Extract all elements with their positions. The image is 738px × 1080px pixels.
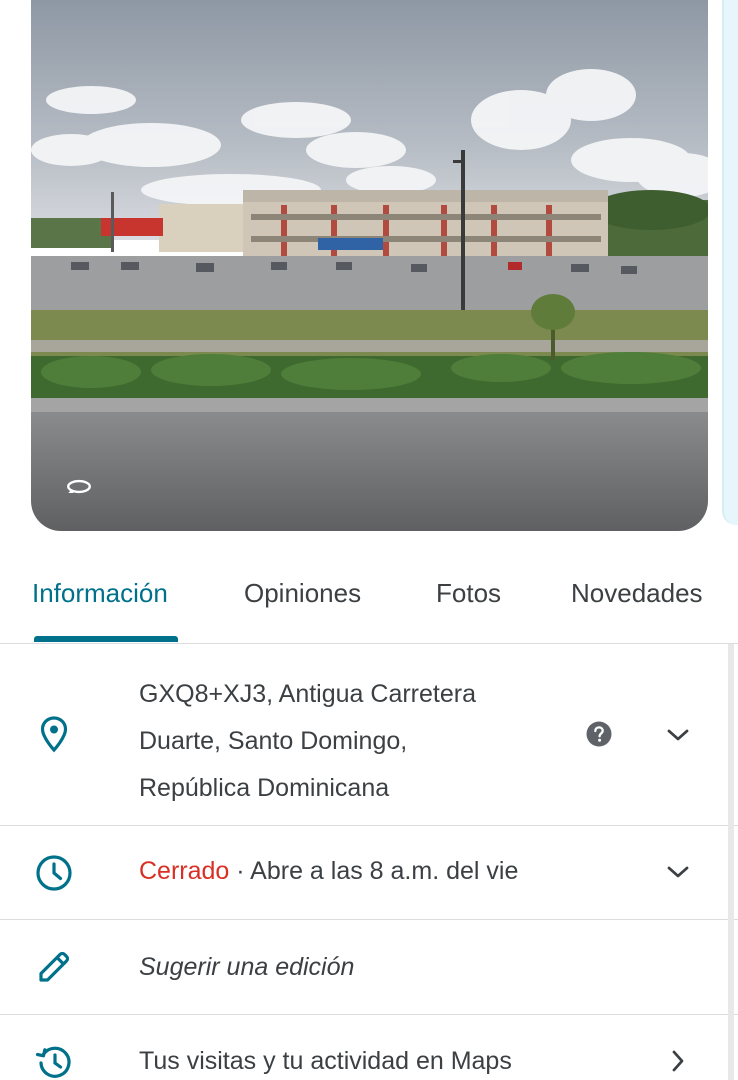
- address-row[interactable]: GXQ8+XJ3, Antigua Carretera Duarte, Sant…: [0, 644, 738, 826]
- suggest-edit-label: Sugerir una edición: [139, 953, 355, 981]
- chevron-right-icon[interactable]: [660, 1043, 696, 1079]
- place-photo[interactable]: [31, 0, 708, 531]
- address-line-2: Duarte, Santo Domingo,: [139, 727, 408, 755]
- tab-novedades[interactable]: Novedades: [571, 578, 703, 609]
- active-tab-indicator: [34, 636, 178, 642]
- visits-activity-label: Tus visitas y tu actividad en Maps: [139, 1047, 512, 1075]
- address-line-1: GXQ8+XJ3, Antigua Carretera: [139, 680, 476, 708]
- tab-fotos[interactable]: Fotos: [436, 578, 501, 609]
- street-view-image: [31, 0, 708, 531]
- history-icon: [34, 1042, 74, 1080]
- address-line-3: República Dominicana: [139, 774, 390, 802]
- pencil-icon: [34, 947, 74, 987]
- help-circle-icon[interactable]: [586, 721, 612, 747]
- place-tabs: Información Opiniones Fotos Novedades: [0, 560, 738, 644]
- next-photo-card[interactable]: [722, 0, 738, 525]
- location-pin-icon: [34, 714, 74, 754]
- chevron-down-icon[interactable]: [660, 854, 696, 890]
- chevron-down-icon[interactable]: [660, 717, 696, 753]
- address-text: GXQ8+XJ3, Antigua Carretera Duarte, Sant…: [139, 671, 476, 812]
- clock-icon: [34, 853, 74, 893]
- visits-activity-row[interactable]: Tus visitas y tu actividad en Maps: [0, 1015, 738, 1080]
- tab-opiniones[interactable]: Opiniones: [244, 578, 361, 609]
- hours-status: Cerrado: [139, 857, 230, 885]
- hours-text: Cerrado · Abre a las 8 a.m. del vie: [139, 857, 518, 886]
- scrollbar[interactable]: [728, 644, 734, 1080]
- tab-informacion[interactable]: Información: [32, 578, 168, 609]
- street-view-rotate-icon[interactable]: [65, 476, 93, 496]
- suggest-edit-row[interactable]: Sugerir una edición: [0, 920, 738, 1015]
- hours-row[interactable]: Cerrado · Abre a las 8 a.m. del vie: [0, 826, 738, 920]
- hours-detail: · Abre a las 8 a.m. del vie: [229, 857, 519, 885]
